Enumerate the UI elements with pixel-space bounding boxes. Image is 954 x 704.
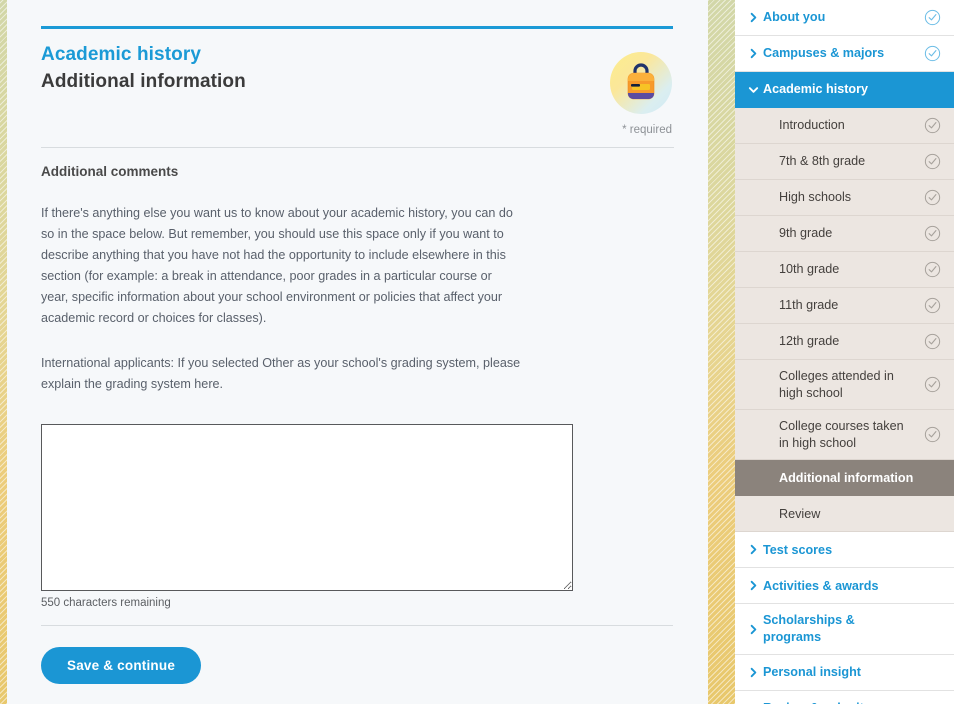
sidebar-item-label: About you (763, 10, 826, 25)
chevron-right-icon (745, 624, 761, 635)
chevron-down-icon (745, 84, 761, 95)
sidebar-item-academic-history[interactable]: Academic history (735, 72, 954, 108)
sidebar-item-7th-8th-grade[interactable]: 7th & 8th grade (735, 144, 954, 180)
instructions-paragraph-1: If there's anything else you want us to … (41, 206, 513, 326)
sidebar-item-about-you[interactable]: About you (735, 0, 954, 36)
additional-comments-input[interactable] (41, 424, 573, 592)
sidebar-item-label: Scholarships & programs (763, 613, 855, 645)
sidebar-item-label: Activities & awards (763, 578, 879, 593)
sidebar-item-label: Review (779, 506, 821, 521)
decorative-stripe-right (708, 0, 735, 704)
sidebar-item-colleges-attended-in-high-school[interactable]: Colleges attended in high school (735, 360, 954, 411)
application-sidebar-nav[interactable]: About you Campuses & majors Academic histo… (735, 0, 954, 704)
sidebar-item-college-courses-taken-in-high-school[interactable]: College courses taken in high school (735, 410, 954, 461)
sidebar-item-label: Review & submit (763, 700, 922, 704)
save-and-continue-button[interactable]: Save & continue (41, 647, 202, 685)
backpack-icon (610, 52, 672, 114)
sidebar-item-label: Campuses & majors (763, 46, 885, 61)
required-note: * required (622, 124, 672, 136)
sidebar-item-additional-information[interactable]: Additional information (735, 460, 954, 497)
character-count: 550 characters remaining (41, 597, 171, 610)
sidebar-item-label: 11th grade (779, 298, 839, 313)
check-circle-gray-icon (922, 225, 942, 242)
sidebar-item-label: High schools (779, 190, 852, 205)
sidebar-item-10th-grade[interactable]: 10th grade (735, 252, 954, 288)
sidebar-item-campuses-majors[interactable]: Campuses & majors (735, 36, 954, 72)
check-circle-gray-icon (922, 117, 942, 134)
instructions-paragraph-2: International applicants: If you selecte… (41, 356, 521, 392)
check-circle-blue-icon (922, 9, 942, 26)
check-circle-gray-icon (922, 189, 942, 206)
sidebar-item-label: 7th & 8th grade (779, 154, 866, 169)
sidebar-item-label: Colleges attended in high school (779, 369, 894, 400)
comment-field-wrapper (41, 424, 674, 592)
sidebar-item-label: Introduction (779, 118, 845, 133)
sidebar-item-label: 9th grade (779, 226, 833, 241)
chevron-right-icon (745, 48, 761, 59)
chevron-right-icon (745, 12, 761, 23)
sidebar-item-label: College courses taken in high school (779, 419, 904, 450)
main-content: Academic history Additional information … (7, 0, 708, 704)
check-circle-gray-icon (922, 261, 942, 278)
sidebar-item-introduction[interactable]: Introduction (735, 108, 954, 144)
sidebar-item-scholarships-programs[interactable]: Scholarships & programs (735, 604, 954, 655)
sidebar-item-11th-grade[interactable]: 11th grade (735, 288, 954, 324)
sidebar-item-label: Test scores (763, 542, 833, 557)
check-circle-gray-icon (922, 376, 942, 393)
sidebar-item-9th-grade[interactable]: 9th grade (735, 216, 954, 252)
sidebar-item-activities-awards[interactable]: Activities & awards (735, 568, 954, 605)
sidebar-item-review-submit[interactable]: Review & submit (735, 690, 954, 704)
section-label-additional-comments: Additional comments (41, 164, 179, 179)
header-divider (41, 147, 674, 148)
sidebar-item-label: 12th grade (779, 334, 840, 349)
sidebar-item-label: Additional information (779, 470, 914, 485)
chevron-right-icon (745, 580, 761, 591)
sidebar-item-label: 10th grade (779, 262, 840, 277)
footer-divider (41, 625, 673, 627)
decorative-stripe-left (0, 0, 7, 704)
check-circle-blue-icon (922, 45, 942, 62)
sidebar-item-12th-grade[interactable]: 12th grade (735, 324, 954, 360)
page-heading-group: Academic history Additional information (41, 29, 246, 93)
check-circle-gray-icon (922, 153, 942, 170)
sidebar-item-high-schools[interactable]: High schools (735, 180, 954, 216)
check-circle-gray-icon (922, 333, 942, 350)
chevron-right-icon (745, 667, 761, 678)
page-eyebrow: Academic history (41, 44, 201, 65)
page-header: Academic history Additional information (41, 29, 674, 114)
sidebar-item-personal-insight[interactable]: Personal insight (735, 654, 954, 691)
sidebar-item-review[interactable]: Review (735, 496, 954, 533)
chevron-right-icon (745, 544, 761, 555)
check-circle-gray-icon (922, 426, 942, 443)
sidebar-item-label: Personal insight (763, 664, 861, 679)
sidebar-item-test-scores[interactable]: Test scores (735, 532, 954, 569)
sidebar-item-label: Academic history (763, 82, 868, 97)
page-title: Additional information (41, 71, 246, 92)
check-circle-gray-icon (922, 297, 942, 314)
